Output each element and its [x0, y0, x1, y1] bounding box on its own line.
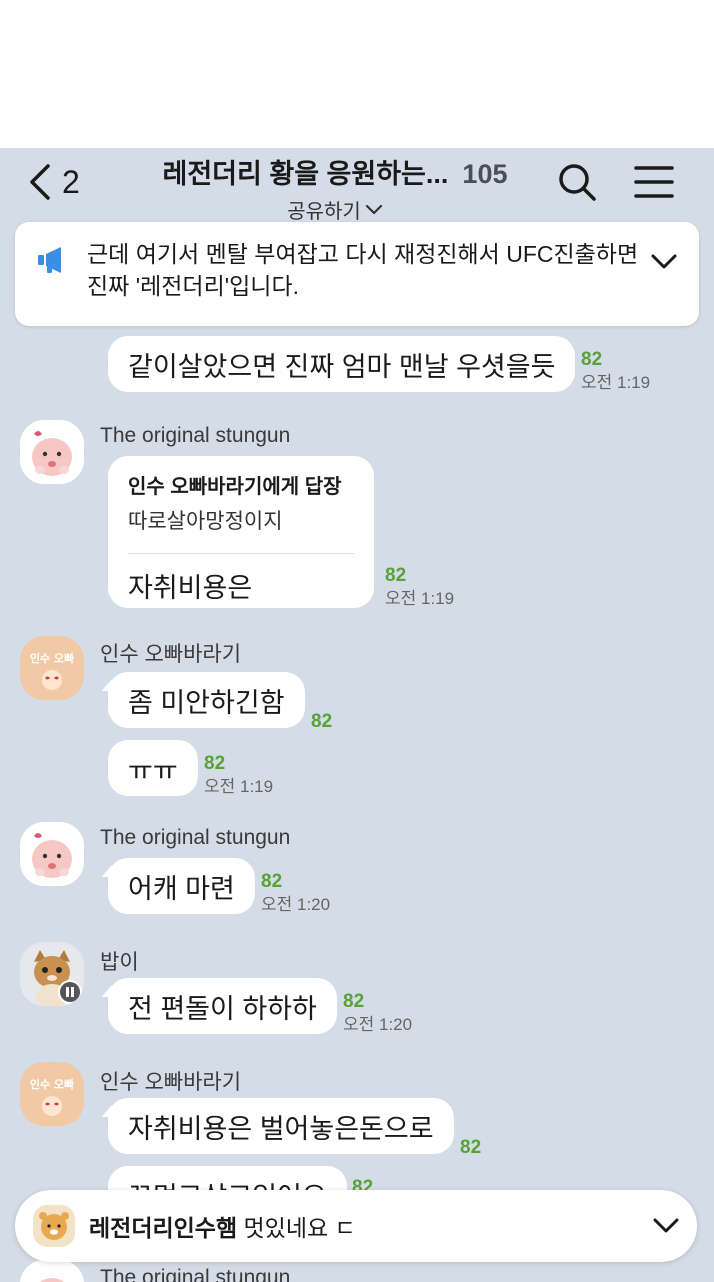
new-message-preview[interactable]: 레전더리인수햄 멋있네요 ㄷ: [15, 1190, 697, 1262]
avatar[interactable]: [20, 822, 84, 886]
cat-avatar-icon: [20, 942, 84, 1006]
chevron-down-icon[interactable]: [651, 254, 677, 270]
reply-message-bubble[interactable]: 인수 오빠바라기에게 답장 따로살아망정이지 자취비용은: [108, 456, 374, 608]
unread-count: 82: [204, 753, 226, 774]
preview-text: 레전더리인수햄 멋있네요 ㄷ: [89, 1209, 653, 1243]
megaphone-icon: [38, 247, 61, 273]
sender-name: 인수 오빠바라기: [100, 643, 242, 666]
back-button[interactable]: 2: [28, 162, 80, 202]
share-label: 공유하기: [287, 201, 361, 223]
message-meta: 82 오전 1:20: [343, 992, 412, 1033]
message-meta: 82 오전 1:19: [581, 350, 650, 391]
chevron-down-icon: [365, 204, 382, 214]
sender-name: The original stungun: [100, 1266, 291, 1282]
message-meta: 82 오전 1:19: [204, 754, 273, 795]
hamburger-menu-icon: [634, 166, 674, 198]
message-time: 오전 1:20: [343, 1015, 413, 1034]
unread-count: 82: [343, 991, 365, 1012]
chat-header: 2 레전더리 황을 응원하는... 105 공유하기: [0, 148, 714, 223]
message-meta: 82: [311, 712, 332, 731]
peach-avatar-icon: [20, 822, 84, 886]
message-bubble[interactable]: ㅠㅠ: [108, 740, 198, 796]
inssu-avatar-icon: 인수 오빠: [30, 651, 75, 690]
preview-message: 멋있네요 ㄷ: [243, 1215, 356, 1241]
avatar[interactable]: [20, 420, 84, 484]
unread-count: 82: [460, 1137, 482, 1158]
inssu-avatar-icon: 인수 오빠: [30, 1077, 75, 1116]
message-bubble[interactable]: 좀 미안하긴함: [108, 672, 305, 728]
message-bubble[interactable]: 자취비용은 벌어놓은돈으로: [108, 1098, 454, 1154]
avatar[interactable]: 인수 오빠: [20, 1062, 84, 1126]
avatar[interactable]: [20, 942, 84, 1006]
unread-count: 82: [581, 349, 603, 370]
message-time: 오전 1:19: [581, 373, 651, 392]
message-bubble[interactable]: 어캐 마련: [108, 858, 255, 914]
menu-button[interactable]: [632, 160, 676, 204]
message-time: 오전 1:19: [385, 589, 455, 608]
room-title: 레전더리 황을 응원하는... 105: [150, 152, 520, 191]
search-button[interactable]: [555, 160, 599, 204]
unread-count: 82: [385, 565, 407, 586]
reply-quote: 따로살아망정이지: [128, 510, 283, 533]
avatar[interactable]: 인수 오빠: [20, 636, 84, 700]
member-count: 105: [462, 159, 508, 189]
share-dropdown[interactable]: 공유하기: [287, 195, 383, 224]
message-meta: 82: [460, 1138, 481, 1157]
back-count: 2: [62, 163, 80, 200]
sender-name: 밥이: [100, 951, 139, 974]
message-meta: 82 오전 1:20: [261, 872, 330, 913]
chevron-left-icon: [30, 164, 50, 200]
peach-avatar-icon: [20, 1260, 84, 1282]
message-bubble[interactable]: 같이살았으면 진짜 엄마 맨날 우셧을듯: [108, 336, 576, 392]
sender-name: The original stungun: [100, 424, 291, 447]
reply-text: 자취비용은: [128, 573, 253, 603]
reply-header: 인수 오빠바라기에게 답장: [128, 476, 342, 498]
message-time: 오전 1:19: [204, 777, 274, 796]
sender-name: The original stungun: [100, 826, 291, 849]
message-bubble[interactable]: 전 편돌이 하하하: [108, 978, 337, 1034]
room-title-text: 레전더리 황을 응원하는...: [162, 159, 449, 189]
ryan-avatar-icon: [33, 1205, 75, 1247]
message-time: 오전 1:20: [261, 895, 331, 914]
unread-count: 82: [261, 871, 283, 892]
notice-text: 근데 여기서 멘탈 부여잡고 다시 재정진해서 UFC진출하면 진짜 '레전더리…: [87, 241, 639, 299]
notice-banner[interactable]: 근데 여기서 멘탈 부여잡고 다시 재정진해서 UFC진출하면 진짜 '레전더리…: [15, 222, 699, 326]
peach-avatar-icon: [20, 420, 84, 484]
preview-sender: 레전더리인수햄: [89, 1215, 238, 1241]
title-area[interactable]: 레전더리 황을 응원하는... 105 공유하기: [150, 152, 520, 224]
avatar-label: 인수 오빠: [30, 651, 75, 665]
message-meta: 82 오전 1:19: [385, 566, 454, 607]
avatar[interactable]: [20, 1260, 84, 1282]
unread-count: 82: [311, 711, 333, 732]
chat-screen: 2 레전더리 황을 응원하는... 105 공유하기 근데 여기서 멘탈 부여잡…: [0, 148, 714, 1282]
search-icon: [559, 164, 596, 201]
reply-divider: [128, 553, 354, 554]
avatar-label: 인수 오빠: [30, 1077, 75, 1091]
sender-name: 인수 오빠바라기: [100, 1071, 242, 1094]
chevron-down-icon[interactable]: [653, 1218, 679, 1234]
